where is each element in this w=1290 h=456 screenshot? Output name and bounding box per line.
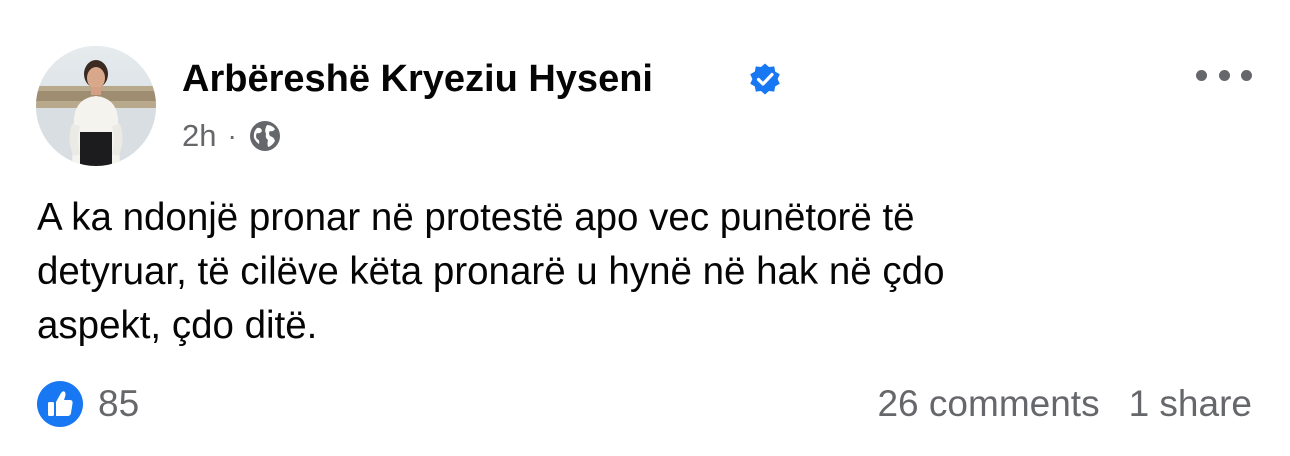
comments-count[interactable]: 26 comments bbox=[877, 380, 1099, 428]
globe-icon[interactable] bbox=[248, 119, 282, 153]
post-body-line: A ka ndonjë pronar në protestë apo vec p… bbox=[37, 196, 915, 239]
like-icon[interactable] bbox=[36, 380, 84, 428]
author-name[interactable]: Arbëreshë Kryeziu Hyseni bbox=[182, 56, 653, 102]
more-dot-icon bbox=[1218, 69, 1230, 81]
more-dot-icon bbox=[1241, 69, 1252, 81]
verified-badge-icon bbox=[750, 63, 780, 95]
avatar-photo bbox=[36, 46, 156, 166]
more-dot-icon bbox=[1196, 69, 1207, 81]
post-time[interactable]: 2h bbox=[182, 118, 216, 154]
post-meta: 2h · bbox=[182, 116, 282, 156]
post-body: A ka ndonjë pronar në protestë apo vec p… bbox=[37, 191, 1252, 353]
post-body-line: detyruar, të cilëve këta pronarë u hynë … bbox=[37, 250, 945, 293]
post-body-line: aspekt, çdo ditë. bbox=[37, 304, 318, 347]
avatar[interactable] bbox=[36, 46, 156, 166]
reaction-count[interactable]: 85 bbox=[98, 380, 139, 428]
shares-count[interactable]: 1 share bbox=[1129, 380, 1252, 428]
more-options-button[interactable] bbox=[1196, 60, 1252, 90]
meta-separator: · bbox=[227, 120, 237, 151]
engagement-stats: 26 comments 1 share bbox=[877, 380, 1252, 428]
